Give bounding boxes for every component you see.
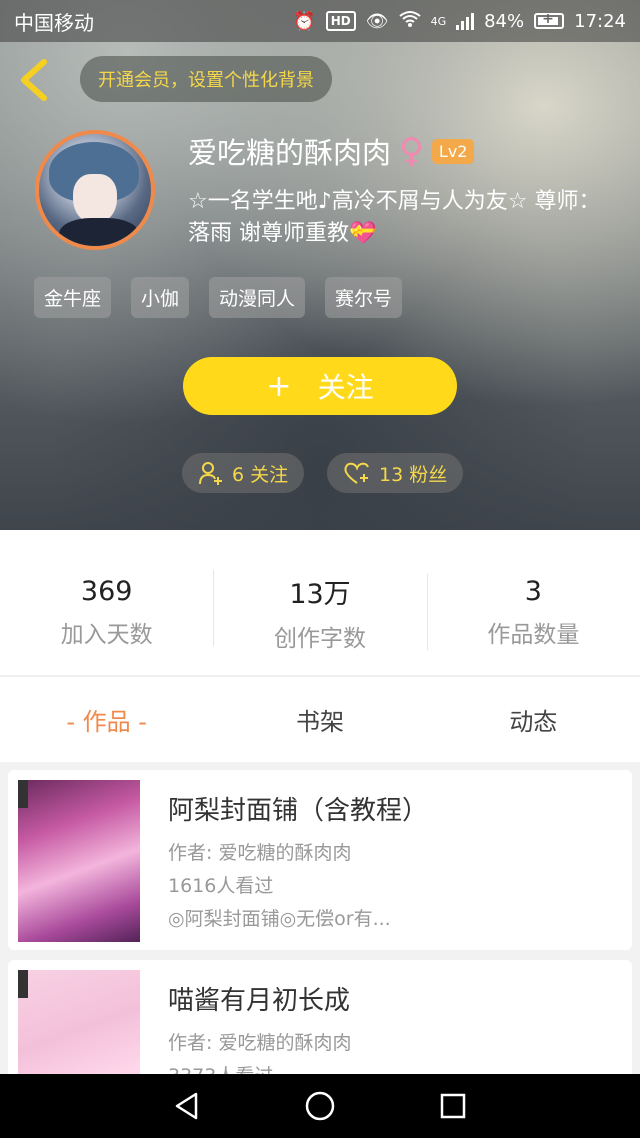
nickname: 爱吃糖的酥肉肉 <box>188 136 392 170</box>
level-badge: Lv2 <box>431 138 475 164</box>
work-card[interactable]: 阿梨封面铺（含教程） 作者: 爱吃糖的酥肉肉 1616人看过 ◎阿梨封面铺◎无偿… <box>8 770 632 950</box>
stat-word-count: 13万 创作字数 <box>213 552 426 653</box>
tab-bookshelf[interactable]: 书架 <box>213 702 426 737</box>
work-description: ◎阿梨封面铺◎无偿or有... <box>168 908 391 930</box>
tag[interactable]: 小伽 <box>131 277 190 318</box>
add-user-icon <box>199 462 222 485</box>
tab-activity[interactable]: 动态 <box>427 702 640 737</box>
nav-back-button[interactable] <box>167 1086 207 1126</box>
fans-button[interactable]: 13 粉丝 <box>327 453 464 493</box>
alarm-icon: ⏰ <box>293 10 316 32</box>
stat-join-days: 369 加入天数 <box>0 556 213 649</box>
stat-label: 加入天数 <box>60 622 153 648</box>
bio: ☆一名学生吔♪高冷不屑与人为友☆ 尊师：落雨 谢尊师重教💝 <box>188 189 601 246</box>
follow-button[interactable]: + 关注 <box>183 357 457 415</box>
system-nav-bar <box>0 1074 640 1138</box>
work-views: 1616人看过 <box>168 875 274 897</box>
network-type: 4G <box>430 14 447 28</box>
status-bar: 中国移动 ⏰ HD 👁 4G 84% + 17:24 <box>0 0 640 42</box>
stat-label: 创作字数 <box>273 626 366 652</box>
tab-bar: - 作品 - 书架 动态 <box>0 676 640 762</box>
fans-count: 13 粉丝 <box>379 463 448 486</box>
signal-icon <box>456 12 475 30</box>
carrier-label: 中国移动 <box>14 10 94 35</box>
stat-value: 3 <box>524 576 542 607</box>
stat-value: 13万 <box>289 579 351 610</box>
battery-percent: 84% <box>484 10 525 32</box>
status-icons: ⏰ HD 👁 4G 84% + 17:24 <box>293 10 626 33</box>
following-button[interactable]: 6 关注 <box>182 453 305 493</box>
profile-header: 中国移动 ⏰ HD 👁 4G 84% + 17:24 开通会员，设置个性化背景 … <box>0 0 640 530</box>
tag[interactable]: 赛尔号 <box>325 277 403 318</box>
nav-recents-button[interactable] <box>433 1086 473 1126</box>
stat-label: 作品数量 <box>487 622 580 648</box>
wifi-icon <box>398 10 421 33</box>
tag-list: 金牛座 小伽 动漫同人 赛尔号 <box>34 277 403 318</box>
nickname-row: 爱吃糖的酥肉肉 ♀ Lv2 <box>188 130 475 172</box>
book-cover <box>18 780 140 942</box>
stats-panel: 369 加入天数 13万 创作字数 3 作品数量 <box>0 530 640 675</box>
circle-home-icon <box>305 1091 335 1121</box>
square-recents-icon <box>441 1093 466 1119</box>
triangle-back-icon <box>175 1092 197 1120</box>
tab-works[interactable]: - 作品 - <box>0 702 213 737</box>
chevron-left-icon <box>21 59 47 101</box>
work-author: 作者: 爱吃糖的酥肉肉 <box>168 1032 352 1054</box>
stat-works-count: 3 作品数量 <box>426 556 640 650</box>
work-title: 阿梨封面铺（含教程） <box>168 796 429 826</box>
heart-plus-icon <box>344 462 369 484</box>
work-author: 作者: 爱吃糖的酥肉肉 <box>168 842 352 864</box>
tag[interactable]: 金牛座 <box>34 277 112 318</box>
battery-icon: + <box>534 11 565 29</box>
follow-label: 关注 <box>317 371 374 404</box>
plus-icon: + <box>266 368 292 404</box>
work-info: 阿梨封面铺（含教程） 作者: 爱吃糖的酥肉肉 1616人看过 ◎阿梨封面铺◎无偿… <box>168 790 618 936</box>
nav-home-button[interactable] <box>300 1086 340 1126</box>
back-button[interactable] <box>16 58 52 102</box>
stat-value: 369 <box>80 576 133 607</box>
eye-icon: 👁 <box>365 10 389 32</box>
vip-background-button[interactable]: 开通会员，设置个性化背景 <box>80 56 332 102</box>
following-count: 6 关注 <box>232 463 289 486</box>
hd-icon: HD <box>325 11 356 31</box>
female-icon: ♀ <box>399 131 424 171</box>
avatar[interactable] <box>35 130 155 250</box>
clock: 17:24 <box>574 10 626 32</box>
work-title: 喵酱有月初长成 <box>168 986 351 1016</box>
tag[interactable]: 动漫同人 <box>209 277 306 318</box>
